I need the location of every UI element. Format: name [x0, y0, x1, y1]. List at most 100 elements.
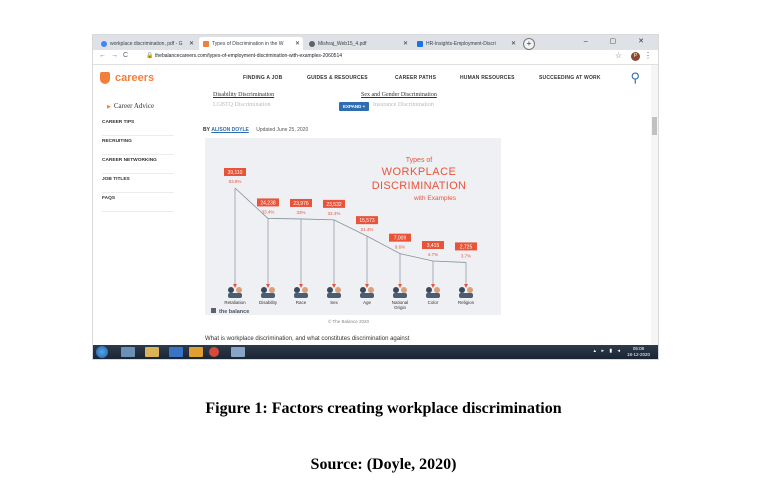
- category-label: Color: [428, 300, 439, 305]
- chrome-icon[interactable]: [209, 347, 219, 357]
- drop-arrow-icon: [398, 284, 402, 288]
- start-button[interactable]: [96, 346, 108, 358]
- person-body-icon: [327, 293, 341, 298]
- value-label: 24,238: [260, 200, 276, 206]
- url-field[interactable]: thebalancecareers.com/types-of-employmen…: [155, 53, 342, 59]
- percent-label: 32.4%: [328, 211, 341, 216]
- nav-human-resources[interactable]: HUMAN RESOURCES: [460, 75, 515, 81]
- career-advice-link[interactable]: ▶ Career Advice: [107, 102, 154, 110]
- percent-label: 9.6%: [395, 245, 405, 250]
- tab-google-search[interactable]: workplace discrimination, pdf - G ✕: [97, 37, 197, 50]
- person-icon: [261, 287, 267, 293]
- menu-icon[interactable]: ⋮: [644, 51, 652, 60]
- sidebar-item-faqs[interactable]: FAQS: [102, 193, 174, 212]
- scrollbar[interactable]: [651, 65, 658, 347]
- author-link[interactable]: ALISON DOYLE: [211, 127, 249, 133]
- new-tab-button[interactable]: +: [523, 38, 535, 50]
- tab-types-of-discrimination[interactable]: Types of Discrimination in the W ✕: [199, 37, 303, 50]
- link-other-discrimination[interactable]: Insurance Discrimination: [373, 102, 434, 108]
- app-icon[interactable]: [231, 347, 245, 357]
- link-sex-gender-discrimination[interactable]: Sex and Gender Discrimination: [361, 92, 437, 98]
- browser-screenshot: workplace discrimination, pdf - G ✕ Type…: [92, 34, 659, 360]
- tab-bar: workplace discrimination, pdf - G ✕ Type…: [93, 35, 658, 50]
- person-icon: [368, 287, 374, 293]
- close-icon[interactable]: ✕: [295, 40, 300, 47]
- category-label: Religion: [458, 300, 475, 305]
- infographic-brand: the balance: [219, 309, 249, 315]
- person-body-icon: [294, 293, 308, 298]
- value-label: 2,725: [460, 244, 473, 250]
- person-icon: [327, 287, 333, 293]
- byline: BY ALISON DOYLE Updated June 25, 2020: [203, 127, 309, 133]
- tab-hr-insights[interactable]: HR-Insights-Employment-Discri ✕: [413, 37, 519, 50]
- sidebar-menu: CAREER TIPS RECRUITING CAREER NETWORKING…: [102, 117, 174, 212]
- taskbar: ▴ ▸ ▮ ◂ 05:08 18-12-2020: [93, 345, 658, 359]
- globe-icon: [309, 40, 315, 47]
- sidebar-item-recruiting[interactable]: RECRUITING: [102, 136, 174, 155]
- person-icon: [335, 287, 341, 293]
- link-lgbtq-discrimination[interactable]: LGBTQ Discrimination: [213, 102, 271, 108]
- explorer-icon[interactable]: [121, 347, 135, 357]
- clock[interactable]: 05:08 18-12-2020: [627, 346, 650, 358]
- link-disability-discrimination[interactable]: Disability Discrimination: [213, 92, 274, 98]
- nav-finding-a-job[interactable]: FINDING A JOB: [243, 75, 282, 81]
- person-body-icon: [261, 293, 275, 298]
- person-body-icon: [228, 293, 242, 298]
- source-caption: Source: (Doyle, 2020): [310, 456, 457, 473]
- site-logo[interactable]: careers: [100, 72, 154, 84]
- system-tray[interactable]: ▴ ▸ ▮ ◂: [594, 348, 622, 354]
- balance-careers-icon: [203, 40, 209, 47]
- search-icon[interactable]: ⚲: [630, 70, 640, 86]
- person-icon: [393, 287, 399, 293]
- star-icon[interactable]: ☆: [615, 51, 622, 60]
- web-page: careers FINDING A JOB GUIDES & RESOURCES…: [93, 65, 658, 359]
- expand-button[interactable]: EXPAND +: [339, 102, 370, 111]
- drop-arrow-icon: [431, 284, 435, 288]
- drop-arrow-icon: [299, 284, 303, 288]
- media-player-icon[interactable]: [189, 347, 203, 357]
- lock-icon[interactable]: 🔒: [146, 52, 153, 59]
- drop-arrow-icon: [464, 284, 468, 288]
- forward-icon[interactable]: →: [111, 52, 118, 59]
- close-icon[interactable]: ✕: [403, 40, 408, 47]
- person-icon: [302, 287, 308, 293]
- sidebar-item-career-networking[interactable]: CAREER NETWORKING: [102, 155, 174, 174]
- window-controls[interactable]: – ▢ ✕: [584, 37, 654, 45]
- profile-avatar[interactable]: P: [631, 52, 640, 61]
- category-label: Disability: [259, 300, 278, 305]
- person-body-icon: [360, 293, 374, 298]
- nav-career-paths[interactable]: CAREER PATHS: [395, 75, 436, 81]
- person-icon: [269, 287, 275, 293]
- sidebar-item-career-tips[interactable]: CAREER TIPS: [102, 117, 174, 136]
- value-label: 15,573: [359, 218, 375, 224]
- person-icon: [236, 287, 242, 293]
- sidebar-item-job-titles[interactable]: JOB TITLES: [102, 174, 174, 193]
- percent-label: 53.8%: [229, 179, 242, 184]
- back-icon[interactable]: ←: [99, 52, 106, 59]
- balance-brand-icon: [211, 308, 216, 313]
- value-label: 23,532: [326, 202, 342, 208]
- person-icon: [467, 287, 473, 293]
- close-icon[interactable]: ✕: [511, 40, 516, 47]
- address-bar-row: ← → C 🔒 thebalancecareers.com/types-of-e…: [93, 50, 658, 65]
- category-label: Retaliation: [224, 300, 246, 305]
- internet-explorer-icon[interactable]: [169, 347, 183, 357]
- person-icon: [459, 287, 465, 293]
- value-label: 39,110: [228, 170, 243, 176]
- image-credit: © The Balance 2020: [328, 319, 370, 324]
- reload-icon[interactable]: C: [123, 52, 128, 59]
- tab-pdf[interactable]: Mishraj_Web15_4.pdf ✕: [305, 37, 411, 50]
- value-label: 7,009: [394, 236, 407, 242]
- person-icon: [360, 287, 366, 293]
- close-icon[interactable]: ✕: [189, 40, 194, 47]
- nav-guides-resources[interactable]: GUIDES & RESOURCES: [307, 75, 368, 81]
- folder-icon[interactable]: [145, 347, 159, 357]
- scrollbar-thumb[interactable]: [652, 117, 657, 135]
- infographic-svg: Types of WORKPLACE DISCRIMINATION with Exam…: [211, 157, 477, 315]
- infographic-title-line2: WORKPLACE: [382, 166, 457, 178]
- figure-caption: Figure 1: Factors creating workplace dis…: [205, 400, 562, 417]
- updated-date: Updated June 25, 2020: [256, 127, 309, 133]
- category-label: Age: [363, 300, 372, 305]
- nav-succeeding-at-work[interactable]: SUCCEEDING AT WORK: [539, 75, 601, 81]
- triangle-right-icon: ▶: [107, 105, 111, 110]
